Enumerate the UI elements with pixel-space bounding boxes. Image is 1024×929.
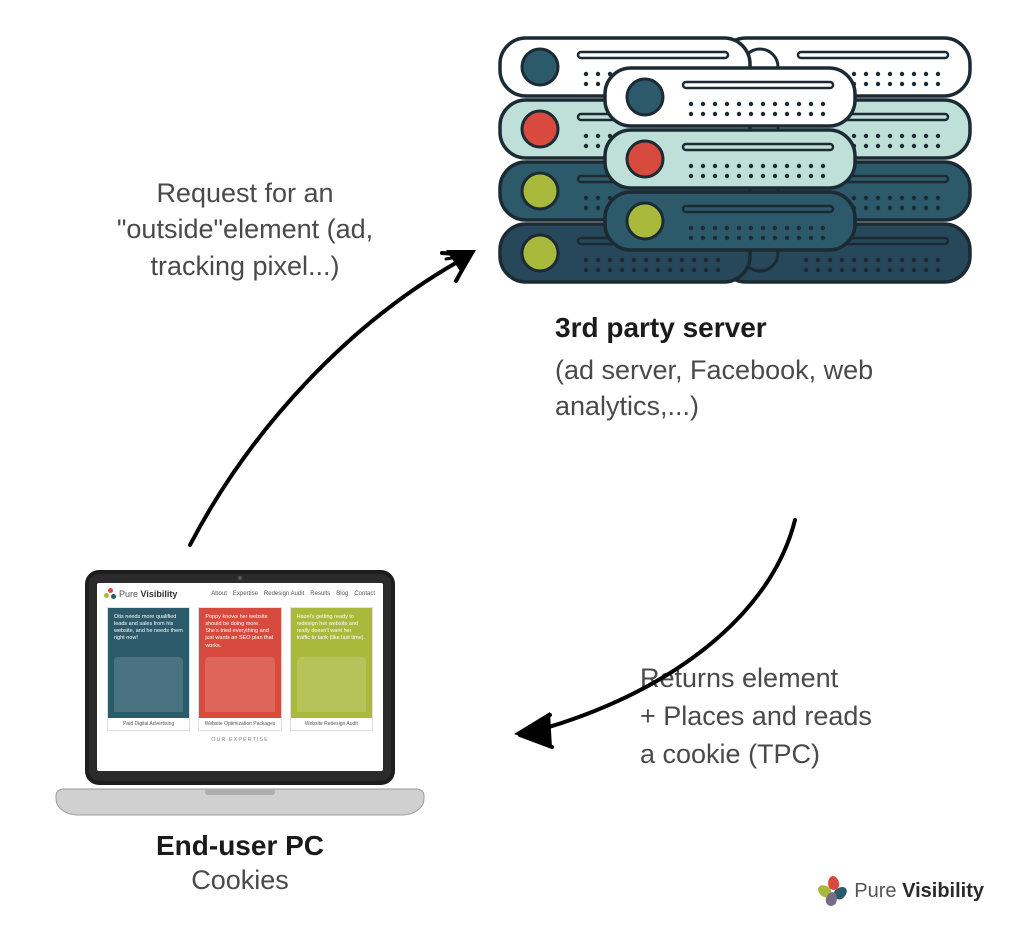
return-label: Returns element + Places and reads a coo… xyxy=(640,660,970,773)
mock-section-heading: OUR EXPERTISE xyxy=(97,733,383,743)
server-stack-illustration xyxy=(475,30,985,315)
request-label: Request for an "outside"element (ad, tra… xyxy=(80,175,410,284)
website-mock: Pure Visibility About Expertise Redesign… xyxy=(97,584,383,770)
mock-card-2: Poppy knows her website should be doing … xyxy=(198,607,281,731)
footer-logo: Pure Visibility xyxy=(820,878,984,904)
logo-icon xyxy=(820,878,846,904)
server-subtitle: (ad server, Facebook, web analytics,...) xyxy=(555,352,975,425)
server-title: 3rd party server xyxy=(555,312,767,344)
mock-nav: About Expertise Redesign Audit Results B… xyxy=(211,591,375,597)
mock-logo: Pure Visibility xyxy=(105,589,177,599)
enduser-title: End-user PC xyxy=(115,830,365,862)
enduser-subtitle: Cookies xyxy=(115,865,365,896)
mock-card-3: Hazel's getting ready to redesign her we… xyxy=(290,607,373,731)
mock-card-1: Otis needs more qualified leads and sale… xyxy=(107,607,190,731)
